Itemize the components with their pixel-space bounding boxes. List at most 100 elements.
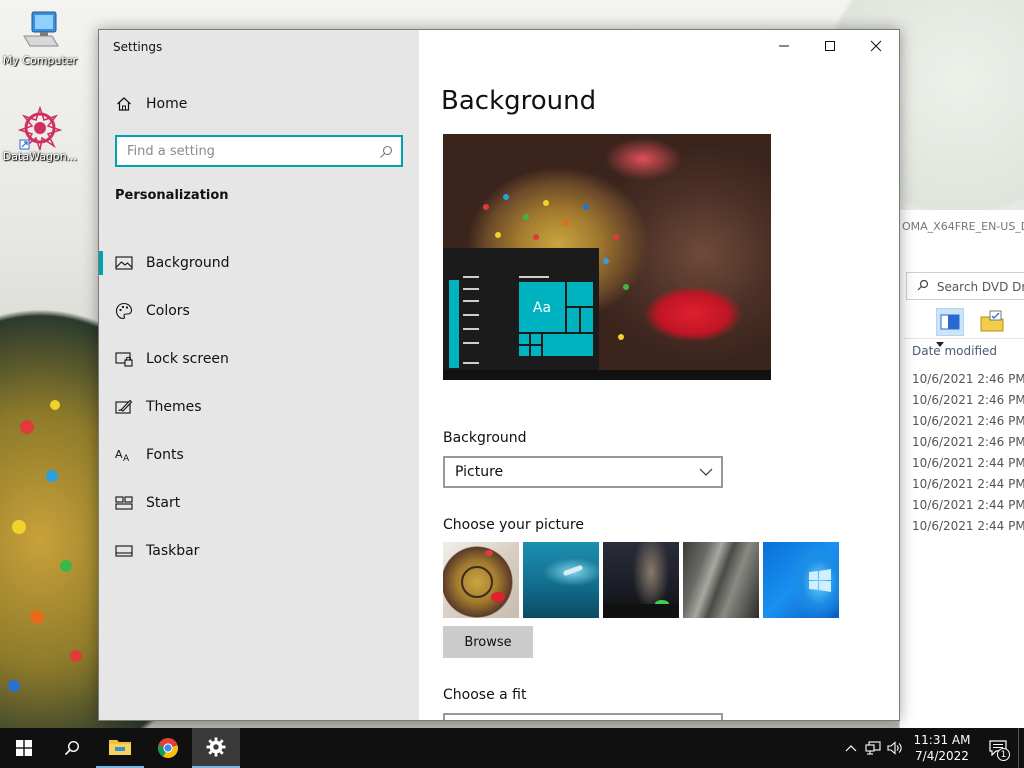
- clock-date: 7/4/2022: [915, 749, 969, 763]
- taskbar: 11:31 AM 7/4/2022 1: [0, 728, 1024, 768]
- taskbar-settings[interactable]: [192, 728, 240, 768]
- file-explorer-window[interactable]: OMA_X64FRE_EN-US_D Search DVD Dri Date m…: [899, 210, 1024, 728]
- nav-item-background[interactable]: Background: [99, 239, 419, 287]
- nav-item-label: Lock screen: [146, 351, 229, 367]
- system-tray: 11:31 AM 7/4/2022 1: [840, 728, 1024, 768]
- thumbnail-underwater[interactable]: [523, 542, 599, 618]
- start-button[interactable]: [0, 728, 48, 768]
- window-title: Settings: [113, 40, 163, 54]
- window-caption-buttons: [761, 30, 899, 62]
- explorer-search-box[interactable]: Search DVD Dri: [906, 272, 1024, 300]
- list-item[interactable]: 10/6/2021 2:44 PM: [912, 519, 1024, 540]
- notification-count-badge: 1: [997, 748, 1010, 761]
- thumbnail-windows-default[interactable]: [763, 542, 839, 618]
- page-title: Background: [441, 86, 597, 116]
- nav-item-lock-screen[interactable]: Lock screen: [99, 335, 419, 383]
- taskbar-search-button[interactable]: [48, 728, 96, 768]
- datawagon-icon: [17, 105, 63, 151]
- desktop-icon-datawagon[interactable]: DataWagon...: [0, 105, 80, 163]
- background-type-dropdown[interactable]: Picture: [443, 456, 723, 488]
- show-hidden-icons-button[interactable]: [840, 728, 862, 768]
- chevron-up-icon: [845, 745, 857, 752]
- preview-tile-label: Aa: [532, 300, 552, 316]
- nav-item-taskbar[interactable]: Taskbar: [99, 527, 419, 575]
- windows-logo-icon: [16, 740, 32, 756]
- preview-pane-icon[interactable]: [935, 307, 965, 337]
- nav-item-start[interactable]: Start: [99, 479, 419, 527]
- taskbar-chrome[interactable]: [144, 728, 192, 768]
- show-desktop-button[interactable]: [1018, 728, 1024, 768]
- thumbnail-rock-cliff[interactable]: [683, 542, 759, 618]
- desktop-icon-my-computer[interactable]: My Computer: [0, 10, 80, 67]
- chevron-down-icon: [699, 464, 713, 480]
- thumbnail-cake[interactable]: [443, 542, 519, 618]
- section-label: Personalization: [115, 188, 229, 203]
- choose-fit-dropdown[interactable]: [443, 713, 723, 720]
- desktop-icon-label: DataWagon...: [2, 150, 78, 163]
- choose-fit-label: Choose a fit: [443, 687, 527, 703]
- search-icon: [917, 279, 933, 294]
- lock-screen-icon: [115, 350, 133, 368]
- nav-item-label: Taskbar: [146, 543, 200, 559]
- folder-options-icon[interactable]: [978, 308, 1006, 336]
- list-item[interactable]: 10/6/2021 2:44 PM: [912, 477, 1024, 498]
- maximize-icon: [825, 41, 835, 51]
- start-menu-preview: Aa: [443, 248, 599, 380]
- search-icon: [64, 740, 80, 756]
- close-button[interactable]: [853, 30, 899, 62]
- nav-item-label: Colors: [146, 303, 190, 319]
- nav-item-themes[interactable]: Themes: [99, 383, 419, 431]
- nav-item-label: Start: [146, 495, 181, 511]
- themes-icon: [115, 398, 133, 416]
- volume-icon: [887, 741, 902, 755]
- minimize-button[interactable]: [761, 30, 807, 62]
- svg-text:A: A: [115, 448, 123, 461]
- minimize-icon: [779, 45, 789, 47]
- taskbar-file-explorer[interactable]: [96, 728, 144, 768]
- svg-text:A: A: [123, 454, 130, 464]
- close-icon: [870, 40, 882, 52]
- browse-button[interactable]: Browse: [443, 626, 533, 658]
- choose-picture-label: Choose your picture: [443, 517, 584, 533]
- settings-sidebar: Settings Home Personalization Background: [99, 30, 419, 720]
- explorer-search-placeholder: Search DVD Dri: [936, 280, 1024, 294]
- palette-icon: [115, 302, 133, 320]
- computer-icon: [18, 10, 62, 50]
- nav-item-colors[interactable]: Colors: [99, 287, 419, 335]
- list-item[interactable]: 10/6/2021 2:46 PM: [912, 435, 1024, 456]
- explorer-title: OMA_X64FRE_EN-US_D: [902, 220, 1024, 233]
- picture-thumbnails: [443, 542, 843, 618]
- settings-content: Background Aa Background Picture Choose …: [419, 30, 899, 720]
- start-icon: [115, 494, 133, 512]
- list-item[interactable]: 10/6/2021 2:46 PM: [912, 372, 1024, 393]
- home-icon: [116, 96, 132, 112]
- action-center-button[interactable]: 1: [978, 728, 1018, 768]
- picture-icon: [115, 254, 133, 272]
- background-label: Background: [443, 430, 527, 446]
- clock-time: 11:31 AM: [913, 733, 971, 747]
- taskbar-clock[interactable]: 11:31 AM 7/4/2022: [906, 732, 978, 764]
- volume-button[interactable]: [884, 728, 906, 768]
- settings-search-box[interactable]: [115, 135, 403, 167]
- maximize-button[interactable]: [807, 30, 853, 62]
- file-explorer-icon: [109, 740, 131, 755]
- find-setting-input[interactable]: [127, 143, 379, 159]
- taskbar-preview: [443, 370, 771, 380]
- nav-home-label: Home: [146, 96, 188, 112]
- list-item[interactable]: 10/6/2021 2:44 PM: [912, 456, 1024, 477]
- nav-home[interactable]: Home: [99, 88, 419, 120]
- nav-item-fonts[interactable]: AA Fonts: [99, 431, 419, 479]
- column-header-date-modified[interactable]: Date modified: [912, 344, 997, 358]
- nav-item-label: Themes: [146, 399, 202, 415]
- network-button[interactable]: [862, 728, 884, 768]
- list-item[interactable]: 10/6/2021 2:46 PM: [912, 414, 1024, 435]
- list-item[interactable]: 10/6/2021 2:46 PM: [912, 393, 1024, 414]
- taskbar-icon: [115, 542, 133, 560]
- chrome-icon: [157, 738, 179, 759]
- file-list: 10/6/2021 2:46 PM 10/6/2021 2:46 PM 10/6…: [912, 372, 1024, 540]
- list-item[interactable]: 10/6/2021 2:44 PM: [912, 498, 1024, 519]
- search-icon[interactable]: [379, 144, 393, 158]
- nav-item-label: Fonts: [146, 447, 184, 463]
- thumbnail-night-sky[interactable]: [603, 542, 679, 618]
- settings-nav-list: Background Colors Lock screen Themes A A…: [99, 239, 419, 575]
